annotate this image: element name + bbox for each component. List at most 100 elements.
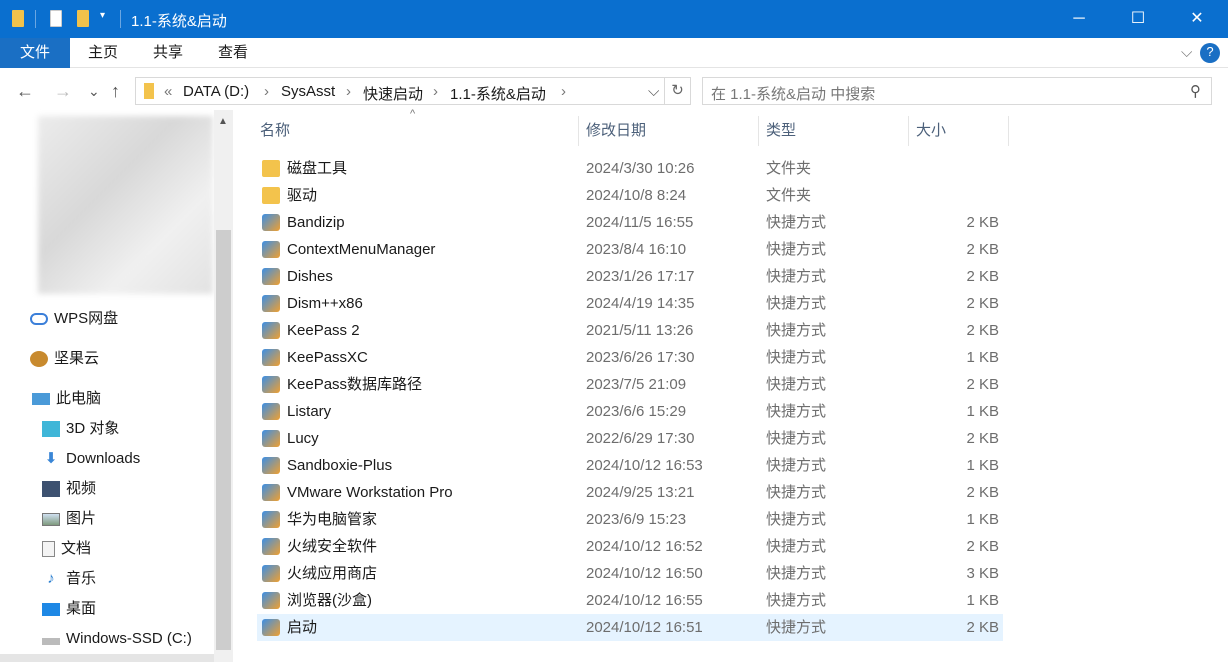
new-folder-icon[interactable] xyxy=(77,10,89,27)
desktop-icon xyxy=(42,602,60,616)
column-header-type[interactable]: 类型 xyxy=(766,118,796,146)
sidebar-item-wps[interactable]: WPS网盘 xyxy=(30,306,118,332)
picture-icon xyxy=(42,512,60,526)
column-divider[interactable] xyxy=(578,116,579,146)
back-button[interactable]: ← xyxy=(16,75,34,107)
breadcrumb-separator[interactable]: › xyxy=(346,83,351,100)
file-row[interactable]: 浏览器(沙盒) 2024/10/12 16:55 快捷方式 1 KB xyxy=(257,587,1003,614)
file-size: 1 KB xyxy=(966,403,999,420)
shortcut-icon xyxy=(262,214,280,231)
column-divider[interactable] xyxy=(758,116,759,146)
recent-locations-button[interactable]: ⌄ xyxy=(88,75,100,107)
file-row[interactable]: 华为电脑管家 2023/6/9 15:23 快捷方式 1 KB xyxy=(257,506,1003,533)
column-divider[interactable] xyxy=(908,116,909,146)
breadcrumb-sysasst[interactable]: SysAsst xyxy=(281,83,335,100)
file-row[interactable]: VMware Workstation Pro 2024/9/25 13:21 快… xyxy=(257,479,1003,506)
expand-ribbon-icon[interactable]: ⌵ xyxy=(1181,38,1192,68)
file-row[interactable]: KeePass 2 2021/5/11 13:26 快捷方式 2 KB xyxy=(257,317,1003,344)
breadcrumb-data[interactable]: DATA (D:) xyxy=(183,83,249,100)
file-row[interactable]: KeePassXC 2023/6/26 17:30 快捷方式 1 KB xyxy=(257,344,1003,371)
breadcrumb-current[interactable]: 1.1-系统&启动 xyxy=(450,83,546,104)
sidebar-item-c-drive[interactable]: Windows-SSD (C:) xyxy=(42,626,192,652)
properties-icon[interactable] xyxy=(50,10,62,27)
sidebar-item-this-pc[interactable]: 此电脑 xyxy=(32,386,101,412)
tab-view[interactable]: 查看 xyxy=(218,38,248,68)
file-type: 文件夹 xyxy=(766,187,812,204)
scrollbar-thumb[interactable] xyxy=(216,230,231,650)
tab-share[interactable]: 共享 xyxy=(153,38,183,68)
file-row[interactable]: Dism++x86 2024/4/19 14:35 快捷方式 2 KB xyxy=(257,290,1003,317)
file-date: 2023/1/26 17:17 xyxy=(586,268,695,285)
address-bar[interactable]: « DATA (D:) › SysAsst › 快速启动 › 1.1-系统&启动… xyxy=(135,77,665,105)
maximize-button[interactable]: ☐ xyxy=(1109,0,1167,38)
navigation-pane: WPS网盘 坚果云 此电脑 3D 对象 ⬇ Downloads 视频 图片 文档 … xyxy=(0,110,214,662)
file-name: Lucy xyxy=(287,430,319,447)
file-size: 2 KB xyxy=(966,376,999,393)
sidebar-item-label: 视频 xyxy=(66,480,97,497)
column-header-date[interactable]: 修改日期 xyxy=(586,118,646,146)
file-row[interactable]: Sandboxie-Plus 2024/10/12 16:53 快捷方式 1 K… xyxy=(257,452,1003,479)
column-header-size[interactable]: 大小 xyxy=(916,118,946,146)
forward-button[interactable]: → xyxy=(54,75,72,107)
sidebar-item-3d[interactable]: 3D 对象 xyxy=(42,416,119,442)
file-row[interactable]: ContextMenuManager 2023/8/4 16:10 快捷方式 2… xyxy=(257,236,1003,263)
sidebar-scrollbar[interactable]: ▲ xyxy=(214,110,233,662)
file-row[interactable]: 火绒应用商店 2024/10/12 16:50 快捷方式 3 KB xyxy=(257,560,1003,587)
file-row[interactable]: Lucy 2022/6/29 17:30 快捷方式 2 KB xyxy=(257,425,1003,452)
blurred-quick-access xyxy=(38,116,213,294)
search-input[interactable]: 在 1.1-系统&启动 中搜索 ⚲ xyxy=(702,77,1212,105)
shortcut-icon xyxy=(262,511,280,528)
column-header-name[interactable]: 名称 xyxy=(260,118,290,146)
file-date: 2022/6/29 17:30 xyxy=(586,430,695,447)
file-type: 文件夹 xyxy=(766,160,812,177)
breadcrumb-separator[interactable]: › xyxy=(561,83,566,100)
file-name: Bandizip xyxy=(287,214,345,231)
file-row[interactable]: Dishes 2023/1/26 17:17 快捷方式 2 KB xyxy=(257,263,1003,290)
sidebar-item-label: Windows-SSD (C:) xyxy=(66,630,192,647)
sidebar-item-videos[interactable]: 视频 xyxy=(42,476,96,502)
breadcrumb-quick-launch[interactable]: 快速启动 xyxy=(363,83,423,104)
scroll-up-icon[interactable]: ▲ xyxy=(218,116,228,127)
sidebar-item-music[interactable]: ♪ 音乐 xyxy=(42,566,96,592)
file-row[interactable]: Listary 2023/6/6 15:29 快捷方式 1 KB xyxy=(257,398,1003,425)
customize-toolbar-icon[interactable]: ▾ xyxy=(100,10,105,21)
sidebar-item-desktop[interactable]: 桌面 xyxy=(42,596,96,622)
file-date: 2023/6/9 15:23 xyxy=(586,511,687,528)
file-name: Listary xyxy=(287,403,332,420)
file-date: 2024/10/12 16:53 xyxy=(586,457,703,474)
file-name: 驱动 xyxy=(287,187,318,204)
sidebar-item-downloads[interactable]: ⬇ Downloads xyxy=(42,446,141,472)
sidebar-item-jianguoyun[interactable]: 坚果云 xyxy=(30,346,99,372)
file-size: 2 KB xyxy=(966,295,999,312)
overflow-chevron[interactable]: « xyxy=(164,83,172,100)
breadcrumb-separator[interactable]: › xyxy=(433,83,438,100)
file-name: KeePass 2 xyxy=(287,322,360,339)
file-row[interactable]: KeePass数据库路径 2023/7/5 21:09 快捷方式 2 KB xyxy=(257,371,1003,398)
up-button[interactable]: ↑ xyxy=(111,75,120,107)
refresh-button[interactable]: ↻ xyxy=(665,77,691,105)
file-type: 快捷方式 xyxy=(766,565,827,582)
sidebar-item-label: 音乐 xyxy=(66,570,97,587)
shortcut-icon xyxy=(262,430,280,447)
search-icon[interactable]: ⚲ xyxy=(1190,82,1201,100)
tab-file[interactable]: 文件 xyxy=(0,38,70,68)
column-divider[interactable] xyxy=(1008,116,1009,146)
help-icon[interactable]: ? xyxy=(1200,43,1220,63)
file-row[interactable]: 驱动 2024/10/8 8:24 文件夹 xyxy=(257,182,1003,209)
file-row[interactable]: 火绒安全软件 2024/10/12 16:52 快捷方式 2 KB xyxy=(257,533,1003,560)
file-row[interactable]: 磁盘工具 2024/3/30 10:26 文件夹 xyxy=(257,155,1003,182)
sidebar-item-pictures[interactable]: 图片 xyxy=(42,506,96,532)
breadcrumb-separator[interactable]: › xyxy=(264,83,269,100)
file-name: Sandboxie-Plus xyxy=(287,457,393,474)
sidebar-item-label: Downloads xyxy=(66,450,141,467)
file-row[interactable]: Bandizip 2024/11/5 16:55 快捷方式 2 KB xyxy=(257,209,1003,236)
file-row[interactable]: 启动 2024/10/12 16:51 快捷方式 2 KB xyxy=(257,614,1003,641)
minimize-button[interactable]: ─ xyxy=(1050,0,1108,38)
close-button[interactable]: ✕ xyxy=(1168,0,1226,38)
file-name: 磁盘工具 xyxy=(287,160,348,177)
sidebar-item-documents[interactable]: 文档 xyxy=(42,536,91,562)
file-date: 2024/9/25 13:21 xyxy=(586,484,695,501)
file-type: 快捷方式 xyxy=(766,241,827,258)
address-dropdown-icon[interactable]: ⌵ xyxy=(648,83,659,100)
tab-home[interactable]: 主页 xyxy=(88,38,118,68)
